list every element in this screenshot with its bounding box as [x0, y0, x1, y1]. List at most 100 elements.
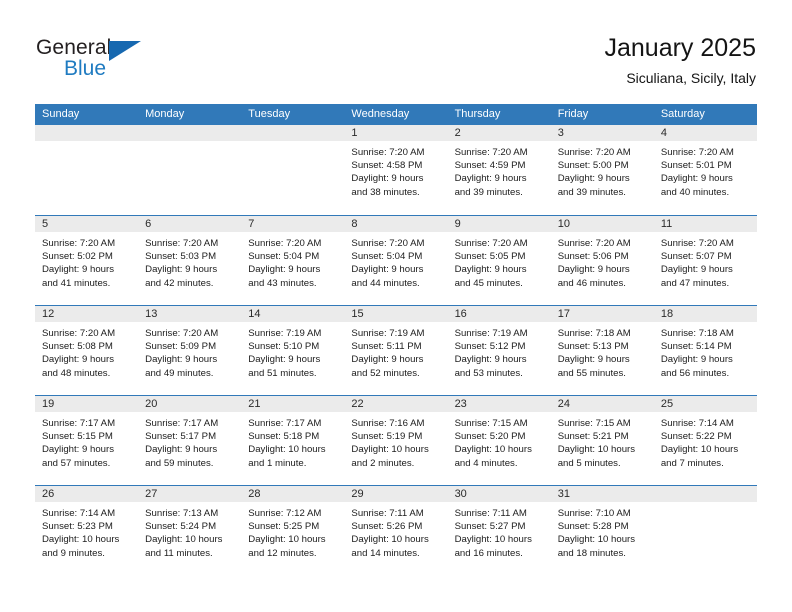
calendar-day-cell[interactable]: 8 Sunrise: 7:20 AM Sunset: 5:04 PM Daylight… — [344, 216, 448, 305]
sunrise-text: Sunrise: 7:20 AM — [351, 238, 425, 249]
calendar-day-cell-empty — [241, 125, 345, 215]
day-number-band: 10 — [550, 216, 654, 233]
daylight-text-line2: and 52 minutes. — [351, 367, 420, 379]
sunrise-text: Sunrise: 7:11 AM — [351, 508, 424, 519]
daylight-text-line1: Daylight: 9 hours — [42, 354, 114, 366]
calendar-day-cell[interactable]: 18 Sunrise: 7:18 AM Sunset: 5:14 PM Dayligh… — [653, 306, 757, 395]
day-number: 13 — [145, 308, 158, 320]
calendar-day-cell-empty — [138, 125, 242, 215]
weekday-header-tuesday: Tuesday — [248, 108, 291, 120]
calendar-day-cell[interactable]: 5 Sunrise: 7:20 AM Sunset: 5:02 PM Daylight… — [35, 216, 139, 305]
day-sun-info: Sunrise: 7:20 AM Sunset: 5:04 PM Daylight:… — [344, 233, 447, 290]
daylight-text-line2: and 39 minutes. — [557, 186, 626, 198]
calendar-day-cell[interactable]: 30 Sunrise: 7:11 AM Sunset: 5:27 PM Dayligh… — [447, 486, 551, 575]
day-sun-info: Sunrise: 7:19 AM Sunset: 5:12 PM Daylight:… — [448, 323, 551, 380]
calendar-day-cell[interactable]: 29 Sunrise: 7:11 AM Sunset: 5:26 PM Dayligh… — [344, 486, 448, 575]
calendar-day-cell[interactable]: 31 Sunrise: 7:10 AM Sunset: 5:28 PM Dayligh… — [550, 486, 654, 575]
calendar-day-cell[interactable]: 21 Sunrise: 7:17 AM Sunset: 5:18 PM Dayligh… — [241, 396, 345, 485]
calendar-day-cell[interactable]: 14 Sunrise: 7:19 AM Sunset: 5:10 PM Dayligh… — [241, 306, 345, 395]
calendar-day-cell[interactable]: 23 Sunrise: 7:15 AM Sunset: 5:20 PM Dayligh… — [447, 396, 551, 485]
day-number: 21 — [248, 398, 261, 410]
day-number-band: 14 — [241, 306, 345, 323]
day-number: 4 — [660, 127, 667, 139]
daylight-text-line2: and 7 minutes. — [660, 457, 724, 469]
calendar-day-cell[interactable]: 7 Sunrise: 7:20 AM Sunset: 5:04 PM Daylight… — [241, 216, 345, 305]
sunset-text: Sunset: 5:26 PM — [351, 521, 423, 533]
day-sun-info: Sunrise: 7:20 AM Sunset: 4:58 PM Daylight:… — [344, 142, 447, 199]
day-number-band: 26 — [35, 486, 139, 503]
sunrise-text: Sunrise: 7:17 AM — [248, 418, 322, 429]
day-number-band: 9 — [447, 216, 551, 233]
day-sun-info: Sunrise: 7:19 AM Sunset: 5:11 PM Daylight:… — [344, 323, 447, 380]
day-number: 25 — [660, 398, 674, 410]
calendar-day-cell[interactable]: 10 Sunrise: 7:20 AM Sunset: 5:06 PM Dayligh… — [550, 216, 654, 305]
sunrise-text: Sunrise: 7:20 AM — [454, 147, 528, 158]
day-number-band: 12 — [35, 306, 139, 323]
general-blue-logo[interactable]: General Blue — [36, 36, 166, 86]
calendar-day-cell[interactable]: 25 Sunrise: 7:14 AM Sunset: 5:22 PM Dayligh… — [653, 396, 757, 485]
day-number: 3 — [557, 127, 564, 139]
calendar-day-cell[interactable]: 22 Sunrise: 7:16 AM Sunset: 5:19 PM Dayligh… — [344, 396, 448, 485]
day-sun-info: Sunrise: 7:11 AM Sunset: 5:26 PM Daylight:… — [344, 503, 447, 560]
daylight-text-line1: Daylight: 9 hours — [248, 264, 321, 276]
sunset-text: Sunset: 5:20 PM — [454, 431, 526, 443]
sunset-text: Sunset: 5:02 PM — [42, 251, 113, 263]
calendar-day-cell[interactable]: 24 Sunrise: 7:15 AM Sunset: 5:21 PM Dayligh… — [550, 396, 654, 485]
day-number-band: 19 — [35, 396, 139, 413]
daylight-text-line2: and 56 minutes. — [660, 367, 730, 379]
daylight-text-line2: and 46 minutes. — [557, 277, 626, 289]
calendar-body: 1 Sunrise: 7:20 AM Sunset: 4:58 PM Daylight… — [35, 125, 757, 575]
sunset-text: Sunset: 5:05 PM — [454, 251, 526, 263]
daylight-text-line2: and 45 minutes. — [454, 277, 523, 289]
day-sun-info: Sunrise: 7:17 AM Sunset: 5:15 PM Daylight:… — [35, 413, 138, 470]
sunset-text: Sunset: 5:00 PM — [557, 160, 629, 172]
calendar-day-cell[interactable]: 12 Sunrise: 7:20 AM Sunset: 5:08 PM Dayligh… — [35, 306, 139, 395]
calendar-day-cell[interactable]: 3 Sunrise: 7:20 AM Sunset: 5:00 PM Daylight… — [550, 125, 654, 215]
day-number: 23 — [454, 398, 467, 410]
weekday-header-monday: Monday — [145, 108, 185, 120]
daylight-text-line2: and 40 minutes. — [660, 186, 730, 198]
weekday-header-wednesday: Wednesday — [351, 108, 410, 120]
calendar-day-cell[interactable]: 9 Sunrise: 7:20 AM Sunset: 5:05 PM Daylight… — [447, 216, 551, 305]
day-sun-info: Sunrise: 7:20 AM Sunset: 5:08 PM Daylight:… — [35, 323, 138, 380]
day-number-band: 30 — [447, 486, 551, 503]
day-sun-info: Sunrise: 7:12 AM Sunset: 5:25 PM Daylight:… — [241, 503, 344, 560]
calendar-day-cell[interactable]: 16 Sunrise: 7:19 AM Sunset: 5:12 PM Dayligh… — [447, 306, 551, 395]
sunrise-text: Sunrise: 7:20 AM — [454, 238, 528, 249]
day-number: 1 — [351, 127, 358, 139]
calendar-week-row: 26 Sunrise: 7:14 AM Sunset: 5:23 PM Dayligh… — [35, 485, 757, 575]
calendar-day-cell[interactable]: 13 Sunrise: 7:20 AM Sunset: 5:09 PM Dayligh… — [138, 306, 242, 395]
calendar-day-cell[interactable]: 15 Sunrise: 7:19 AM Sunset: 5:11 PM Dayligh… — [344, 306, 448, 395]
calendar-day-cell[interactable]: 1 Sunrise: 7:20 AM Sunset: 4:58 PM Daylight… — [344, 125, 448, 215]
sunrise-text: Sunrise: 7:19 AM — [454, 328, 528, 339]
sunset-text: Sunset: 5:24 PM — [145, 521, 217, 533]
weekday-header-friday: Friday — [557, 108, 589, 120]
calendar-day-cell[interactable]: 26 Sunrise: 7:14 AM Sunset: 5:23 PM Dayligh… — [35, 486, 139, 575]
logo-text-blue: Blue — [64, 57, 107, 80]
day-number: 29 — [351, 488, 364, 500]
calendar-day-cell[interactable]: 11 Sunrise: 7:20 AM Sunset: 5:07 PM Dayligh… — [653, 216, 757, 305]
day-number-band: 29 — [344, 486, 448, 503]
calendar-day-cell[interactable]: 6 Sunrise: 7:20 AM Sunset: 5:03 PM Daylight… — [138, 216, 242, 305]
day-number: 2 — [454, 127, 461, 139]
calendar-day-cell[interactable]: 28 Sunrise: 7:12 AM Sunset: 5:25 PM Dayligh… — [241, 486, 345, 575]
sunset-text: Sunset: 5:17 PM — [145, 431, 217, 443]
calendar-day-cell[interactable]: 27 Sunrise: 7:13 AM Sunset: 5:24 PM Dayligh… — [138, 486, 242, 575]
calendar-day-cell[interactable]: 4 Sunrise: 7:20 AM Sunset: 5:01 PM Daylight… — [653, 125, 757, 215]
calendar-day-cell[interactable]: 17 Sunrise: 7:18 AM Sunset: 5:13 PM Dayligh… — [550, 306, 654, 395]
calendar-day-cell[interactable]: 19 Sunrise: 7:17 AM Sunset: 5:15 PM Dayligh… — [35, 396, 139, 485]
sunset-text: Sunset: 5:28 PM — [557, 521, 629, 533]
calendar-day-cell[interactable]: 2 Sunrise: 7:20 AM Sunset: 4:59 PM Daylight… — [447, 125, 551, 215]
sunset-text: Sunset: 5:22 PM — [660, 431, 732, 443]
day-sun-info: Sunrise: 7:20 AM Sunset: 5:07 PM Daylight:… — [654, 233, 757, 290]
day-sun-info: Sunrise: 7:20 AM Sunset: 4:59 PM Daylight:… — [448, 142, 551, 199]
day-sun-info: Sunrise: 7:20 AM Sunset: 5:09 PM Daylight:… — [138, 323, 241, 380]
daylight-text-line2: and 38 minutes. — [351, 186, 420, 198]
calendar-day-cell[interactable]: 20 Sunrise: 7:17 AM Sunset: 5:17 PM Dayligh… — [138, 396, 242, 485]
day-sun-info: Sunrise: 7:20 AM Sunset: 5:01 PM Daylight:… — [654, 142, 757, 199]
daylight-text-line1: Daylight: 10 hours — [42, 534, 120, 546]
day-sun-info: Sunrise: 7:13 AM Sunset: 5:24 PM Daylight:… — [138, 503, 241, 560]
day-number-band: 13 — [138, 306, 242, 323]
sunset-text: Sunset: 4:59 PM — [454, 160, 526, 172]
daylight-text-line1: Daylight: 10 hours — [351, 444, 429, 456]
